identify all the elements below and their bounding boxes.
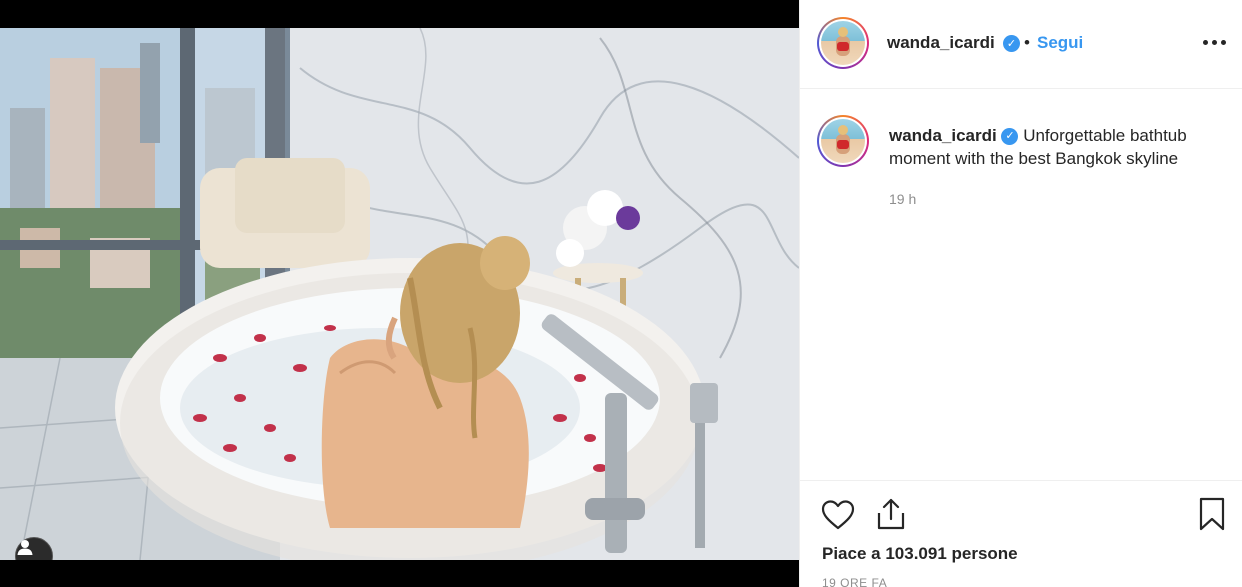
avatar[interactable]: [817, 17, 869, 69]
share-button[interactable]: [873, 496, 909, 532]
media-letterbox-top: [0, 0, 799, 28]
more-options-icon: [1202, 39, 1208, 45]
caption-avatar[interactable]: [817, 115, 869, 167]
share-icon: [877, 498, 905, 530]
follow-button[interactable]: Segui: [1037, 33, 1083, 53]
caption-username-link[interactable]: wanda_icardi: [889, 126, 997, 145]
like-button[interactable]: [820, 497, 856, 533]
user-tag-icon: [17, 540, 33, 555]
header-separator: •: [1024, 33, 1030, 52]
post-page: wanda_icardi ✓ • Segui wanda_icardi ✓ Un…: [0, 0, 1242, 587]
bookmark-icon: [1199, 497, 1225, 531]
bathtub-photo-illustration: [0, 28, 799, 560]
verified-badge-icon: ✓: [1003, 35, 1020, 52]
post-actions-bar: Piace a 103.091 persone 19 ORE FA: [800, 480, 1242, 587]
more-options-button[interactable]: [1200, 30, 1228, 54]
post-photo[interactable]: [0, 28, 799, 560]
save-button[interactable]: [1195, 496, 1229, 532]
avatar-image: [821, 21, 865, 65]
caption-text-block: wanda_icardi ✓ Unforgettable bathtub mom…: [889, 124, 1229, 170]
header-username-link[interactable]: wanda_icardi: [887, 33, 995, 53]
post-timestamp[interactable]: 19 ORE FA: [822, 576, 887, 587]
media-letterbox-bottom: [0, 560, 799, 587]
caption-verified-badge-icon: ✓: [1001, 128, 1019, 146]
post-media: [0, 0, 799, 587]
heart-icon: [821, 500, 855, 530]
post-sidebar: wanda_icardi ✓ • Segui wanda_icardi ✓ Un…: [799, 0, 1242, 587]
caption-time[interactable]: 19 h: [889, 191, 916, 207]
caption-avatar-image: [821, 119, 865, 163]
post-header: wanda_icardi ✓ • Segui: [800, 0, 1242, 89]
likes-count[interactable]: Piace a 103.091 persone: [822, 544, 1018, 564]
